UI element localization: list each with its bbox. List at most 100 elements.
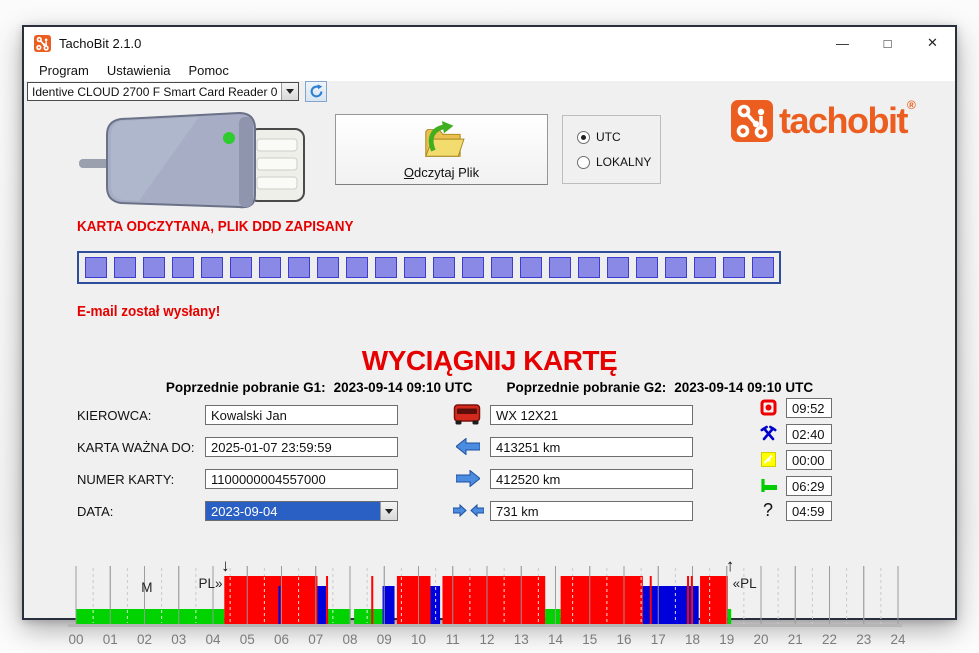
chart-axis-label: 17 xyxy=(651,632,666,647)
window-controls: — □ ✕ xyxy=(820,27,955,59)
field-numer-karty[interactable]: 1100000004557000 xyxy=(205,469,398,489)
progress-segment xyxy=(636,257,658,278)
reader-select-value: Identive CLOUD 2700 F Smart Card Reader … xyxy=(28,83,281,100)
progress-segment xyxy=(404,257,426,278)
refresh-button[interactable] xyxy=(305,81,327,102)
chart-axis-label: 24 xyxy=(890,632,906,647)
chart-axis-label: 21 xyxy=(788,632,803,647)
progress-segment xyxy=(607,257,629,278)
chart-annotation: M xyxy=(141,580,152,595)
chart-annotation: «PL xyxy=(733,576,758,591)
chart-axis-label: 20 xyxy=(753,632,768,647)
rest-icon xyxy=(760,477,778,494)
chart-axis-label: 23 xyxy=(856,632,871,647)
label-data: DATA: xyxy=(77,504,113,519)
chart-axis-label: 16 xyxy=(616,632,631,647)
prev-g1-value: 2023-09-14 09:10 UTC xyxy=(334,380,473,395)
progress-segment xyxy=(288,257,310,278)
field-vehicle-plate[interactable]: WX 12X21 xyxy=(490,405,693,425)
unknown-icon: ? xyxy=(763,500,773,521)
prev-g2-label: Poprzednie pobranie G2: xyxy=(507,380,667,395)
progress-segment xyxy=(723,257,745,278)
window-title: TachoBit 2.1.0 xyxy=(59,36,141,51)
chart-bar-rest xyxy=(354,609,382,624)
maximize-button[interactable]: □ xyxy=(865,27,910,59)
progress-segment xyxy=(85,257,107,278)
radio-lokalny-circle[interactable] xyxy=(577,156,590,169)
activity-chart: MPL»«PL↓↑0001020304050607080910111213141… xyxy=(52,551,932,651)
field-karta-wazna-do[interactable]: 2025-01-07 23:59:59 xyxy=(205,437,398,457)
chart-axis-label: 00 xyxy=(68,632,83,647)
prev-g2-value: 2023-09-14 09:10 UTC xyxy=(674,380,813,395)
status-card-read: KARTA ODCZYTANA, PLIK DDD ZAPISANY xyxy=(77,218,384,235)
brand-logo: tachobit ® xyxy=(731,100,916,142)
progress-segment xyxy=(259,257,281,278)
smartcard-reader-icon xyxy=(79,111,314,211)
chart-axis-label: 12 xyxy=(479,632,494,647)
reader-select[interactable]: Identive CLOUD 2700 F Smart Card Reader … xyxy=(27,82,299,101)
menu-pomoc[interactable]: Pomoc xyxy=(179,61,237,80)
radio-utc-circle[interactable] xyxy=(577,131,590,144)
truck-icon xyxy=(453,404,481,425)
client-area: Identive CLOUD 2700 F Smart Card Reader … xyxy=(24,81,955,618)
label-karta-wazna-do: KARTA WAŻNA DO: xyxy=(77,440,195,455)
date-combobox[interactable]: 2023-09-04 xyxy=(205,501,398,521)
menu-ustawienia[interactable]: Ustawienia xyxy=(98,61,180,80)
chart-bar-driving xyxy=(442,576,545,624)
brand-registered-mark: ® xyxy=(907,98,916,112)
field-driving-time: 09:52 xyxy=(786,398,832,418)
radio-lokalny[interactable]: LOKALNY xyxy=(577,155,651,169)
chart-axis-label: 08 xyxy=(342,632,357,647)
chart-bar-driving xyxy=(397,576,431,624)
progress-segment xyxy=(143,257,165,278)
chart-bar-work xyxy=(317,586,326,624)
progress-segment xyxy=(201,257,223,278)
read-file-label: Odczytaj Plik xyxy=(404,165,479,180)
reader-select-dropdown-button[interactable] xyxy=(281,83,298,100)
chart-axis-label: 07 xyxy=(308,632,323,647)
app-window: TachoBit 2.1.0 — □ ✕ Program Ustawienia … xyxy=(22,25,957,620)
progress-segment xyxy=(346,257,368,278)
progress-segment xyxy=(433,257,455,278)
work-icon xyxy=(760,425,777,442)
chart-bar-driving xyxy=(224,576,317,624)
driving-icon xyxy=(760,399,777,416)
field-distance[interactable]: 731 km xyxy=(490,501,693,521)
field-odometer-start[interactable]: 412520 km xyxy=(490,469,693,489)
radio-utc[interactable]: UTC xyxy=(577,130,621,144)
date-combobox-dropdown-button[interactable] xyxy=(380,502,397,520)
tachobit-app-icon xyxy=(34,35,51,52)
chart-bar-driving xyxy=(700,576,728,624)
close-button[interactable]: ✕ xyxy=(910,27,955,59)
progress-segment xyxy=(462,257,484,278)
status-email-sent: E-mail został wysłany! xyxy=(77,303,236,320)
minimize-button[interactable]: — xyxy=(820,27,865,59)
chart-axis-label: 14 xyxy=(548,632,564,647)
read-file-button[interactable]: Odczytaj Plik xyxy=(335,114,548,185)
field-odometer-end[interactable]: 413251 km xyxy=(490,437,693,457)
chart-bar-rest xyxy=(328,609,351,624)
chart-axis-label: 05 xyxy=(240,632,255,647)
field-rest-time: 06:29 xyxy=(786,476,832,496)
chart-axis-label: 18 xyxy=(685,632,700,647)
chevron-down-icon xyxy=(385,509,393,514)
arrow-left-icon xyxy=(456,438,480,455)
chart-bar-rest xyxy=(76,609,224,624)
progress-segment xyxy=(375,257,397,278)
menu-program[interactable]: Program xyxy=(30,61,98,80)
field-availability-time: 00:00 xyxy=(786,450,832,470)
availability-icon xyxy=(760,451,777,468)
previous-downloads: Poprzednie pobranie G1:2023-09-14 09:10 … xyxy=(24,380,955,395)
date-combobox-value: 2023-09-04 xyxy=(206,502,380,520)
chart-axis-label: 10 xyxy=(411,632,426,647)
chart-axis-label: 02 xyxy=(137,632,152,647)
progress-segment xyxy=(752,257,774,278)
progress-segment xyxy=(578,257,600,278)
chart-axis-label: 11 xyxy=(446,632,460,647)
progress-segment xyxy=(317,257,339,278)
progress-segment xyxy=(114,257,136,278)
field-kierowca[interactable]: Kowalski Jan xyxy=(205,405,398,425)
chart-axis-label: 01 xyxy=(103,632,118,647)
time-mode-group: UTC LOKALNY xyxy=(562,115,661,184)
open-folder-green-arrow-icon xyxy=(418,120,466,162)
